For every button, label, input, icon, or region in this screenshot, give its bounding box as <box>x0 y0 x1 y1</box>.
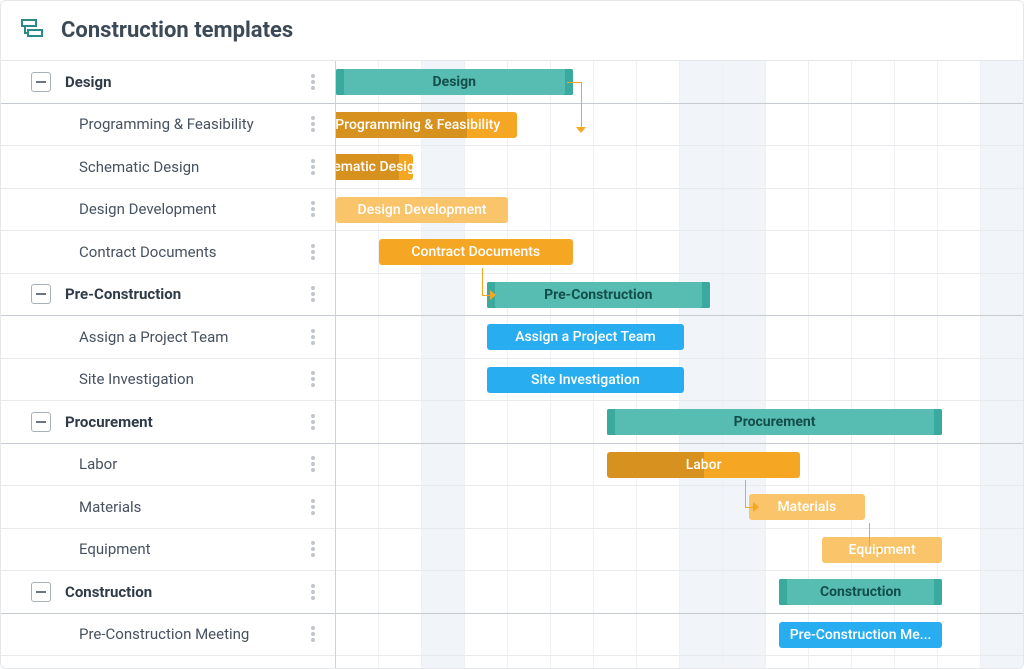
timeline-row: Assign a Project Team <box>336 316 1023 359</box>
task-bar[interactable]: Site Investigation <box>487 367 685 393</box>
bar-label: Programming & Feasibility <box>336 117 500 133</box>
task-label: Labor <box>79 455 311 473</box>
drag-handle-icon[interactable] <box>311 497 325 517</box>
task-label: Site Investigation <box>79 370 311 388</box>
summary-bar[interactable]: Procurement <box>607 409 942 435</box>
section-row[interactable]: Design <box>1 61 335 104</box>
timeline-row: Design Development <box>336 189 1023 232</box>
task-label: Assign a Project Team <box>79 328 311 346</box>
task-row[interactable]: Pre-Construction Meeting <box>1 614 335 657</box>
page-title: Construction templates <box>61 18 293 43</box>
task-bar[interactable]: Equipment <box>822 537 942 563</box>
bar-label: Design Development <box>357 202 486 218</box>
timeline-row: Procurement <box>336 401 1023 444</box>
bar-label: Assign a Project Team <box>515 329 655 345</box>
collapse-button[interactable] <box>31 72 51 92</box>
timeline-row: Design <box>336 61 1023 104</box>
timeline-row: Programming & Feasibility <box>336 104 1023 147</box>
drag-handle-icon[interactable] <box>311 242 325 262</box>
section-row[interactable]: Pre-Construction <box>1 274 335 317</box>
timeline-row: Labor <box>336 444 1023 487</box>
task-label: Design Development <box>79 200 311 218</box>
task-label: Equipment <box>79 540 311 558</box>
drag-handle-icon[interactable] <box>311 114 325 134</box>
task-row[interactable]: Design Development <box>1 189 335 232</box>
task-bar[interactable]: Assign a Project Team <box>487 324 685 350</box>
task-label: Programming & Feasibility <box>79 115 311 133</box>
drag-handle-icon[interactable] <box>311 284 325 304</box>
drag-handle-icon[interactable] <box>311 539 325 559</box>
task-bar[interactable]: Programming & Feasibility <box>336 112 517 138</box>
gantt-app: Construction templates Design Programming… <box>0 0 1024 669</box>
task-label: Construction <box>65 583 311 601</box>
task-row[interactable]: Labor <box>1 444 335 487</box>
timeline-row: Pre-Construction <box>336 274 1023 317</box>
task-label: Materials <box>79 498 311 516</box>
drag-handle-icon[interactable] <box>311 199 325 219</box>
task-label: Schematic Design <box>79 158 311 176</box>
gantt-icon <box>21 19 47 43</box>
summary-bar[interactable]: Construction <box>779 579 942 605</box>
timeline-rows: Design Programming & Feasibility Schematic… <box>336 61 1023 656</box>
timeline-row: Materials <box>336 486 1023 529</box>
bar-label: Labor <box>686 457 722 473</box>
section-row[interactable]: Construction <box>1 571 335 614</box>
task-panel: Design Programming & Feasibility Schematic… <box>1 61 336 668</box>
drag-handle-icon[interactable] <box>311 157 325 177</box>
bar-label: Site Investigation <box>531 372 640 388</box>
bar-label: Equipment <box>849 542 916 558</box>
task-row[interactable]: Equipment <box>1 529 335 572</box>
task-bar[interactable]: Materials <box>749 494 865 520</box>
task-bar[interactable]: Contract Documents <box>379 239 573 265</box>
task-label: Procurement <box>65 413 311 431</box>
task-row[interactable]: Contract Documents <box>1 231 335 274</box>
task-bar[interactable]: Pre-Construction Me... <box>779 622 942 648</box>
task-label: Contract Documents <box>79 243 311 261</box>
bar-label: Pre-Construction Me... <box>790 627 932 643</box>
bar-label: Pre-Construction <box>544 287 652 303</box>
drag-handle-icon[interactable] <box>311 327 325 347</box>
collapse-button[interactable] <box>31 412 51 432</box>
bar-label: Construction <box>820 584 901 600</box>
task-row[interactable]: Programming & Feasibility <box>1 104 335 147</box>
bar-label: Contract Documents <box>411 244 540 260</box>
gantt-body: Design Programming & Feasibility Schematic… <box>1 61 1023 668</box>
task-label: Pre-Construction Meeting <box>79 625 311 643</box>
task-bar[interactable]: Design Development <box>336 197 508 223</box>
bar-label: Procurement <box>734 414 816 430</box>
bar-label: Design <box>433 74 476 90</box>
drag-handle-icon[interactable] <box>311 582 325 602</box>
bar-label: Materials <box>777 499 836 515</box>
task-bar[interactable]: Schematic Design <box>336 154 413 180</box>
bar-label: Schematic Design <box>336 159 413 175</box>
drag-handle-icon[interactable] <box>311 72 325 92</box>
task-label: Pre-Construction <box>65 285 311 303</box>
timeline-row: Site Investigation <box>336 359 1023 402</box>
timeline-row: Contract Documents <box>336 231 1023 274</box>
summary-bar[interactable]: Pre-Construction <box>487 282 711 308</box>
collapse-button[interactable] <box>31 582 51 602</box>
timeline-row: Construction <box>336 571 1023 614</box>
task-row[interactable]: Materials <box>1 486 335 529</box>
timeline-row: Equipment <box>336 529 1023 572</box>
app-header: Construction templates <box>1 1 1023 61</box>
drag-handle-icon[interactable] <box>311 454 325 474</box>
drag-handle-icon[interactable] <box>311 369 325 389</box>
drag-handle-icon[interactable] <box>311 624 325 644</box>
section-row[interactable]: Procurement <box>1 401 335 444</box>
task-label: Design <box>65 73 311 91</box>
timeline-row: Schematic Design <box>336 146 1023 189</box>
task-bar[interactable]: Labor <box>607 452 801 478</box>
summary-bar[interactable]: Design <box>336 69 573 95</box>
collapse-button[interactable] <box>31 284 51 304</box>
timeline[interactable]: Design Programming & Feasibility Schematic… <box>336 61 1023 668</box>
task-row[interactable]: Assign a Project Team <box>1 316 335 359</box>
timeline-row: Pre-Construction Me... <box>336 614 1023 657</box>
task-row[interactable]: Schematic Design <box>1 146 335 189</box>
drag-handle-icon[interactable] <box>311 412 325 432</box>
task-row[interactable]: Site Investigation <box>1 359 335 402</box>
